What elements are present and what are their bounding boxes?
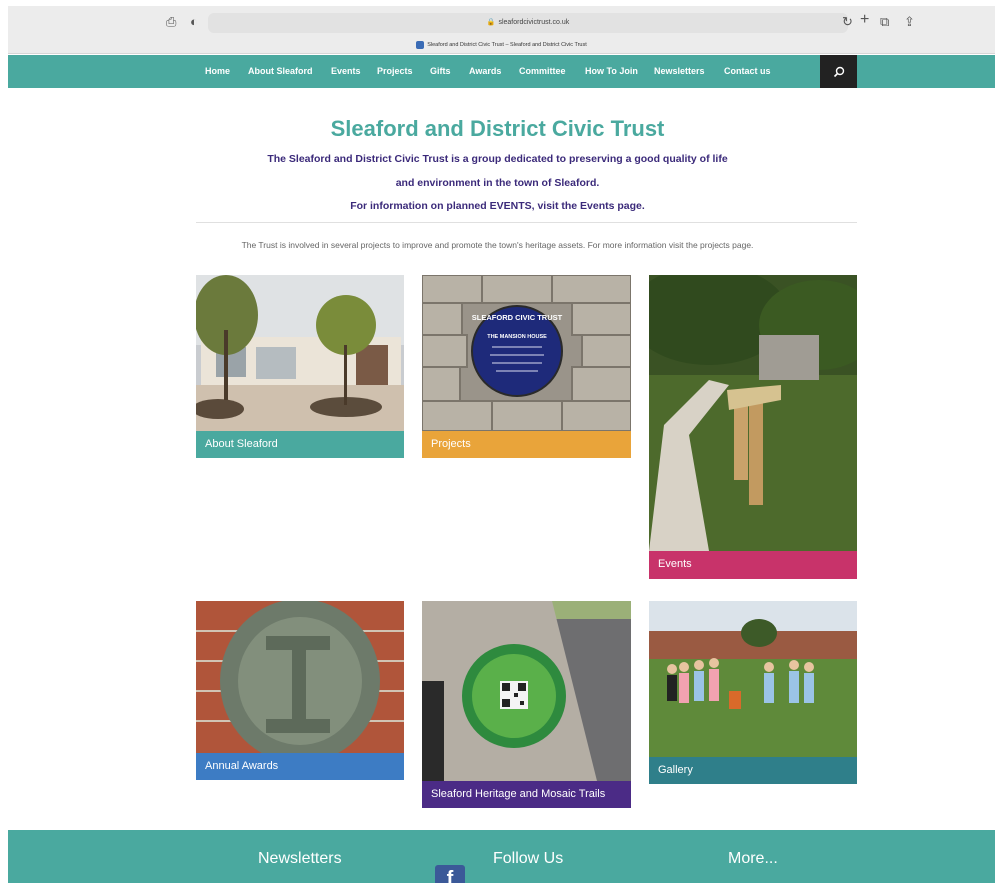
footer-newsletters-heading: Newsletters xyxy=(258,850,342,867)
about-sleaford-photo xyxy=(196,275,404,431)
tile-caption: Sleaford Heritage and Mosaic Trails xyxy=(422,781,631,808)
lock-icon: 🔒 xyxy=(486,19,496,26)
events-photo xyxy=(649,275,857,551)
nav-item-newsletters[interactable]: Newsletters xyxy=(654,55,705,88)
plaque-title: SLEAFORD CIVIC TRUST xyxy=(472,313,563,322)
site-title: Sleaford and District Civic Trust xyxy=(330,116,665,141)
gallery-photo xyxy=(649,601,857,757)
nav-item-contact-us[interactable]: Contact us xyxy=(724,55,771,88)
privacy-shield-icon[interactable]: ◐ xyxy=(190,15,198,29)
site-footer: Newsletters Follow Us More... xyxy=(8,830,995,883)
reload-icon[interactable]: ↻ xyxy=(842,15,853,29)
nav-item-about-sleaford[interactable]: About Sleaford xyxy=(248,55,313,88)
tile-caption: Annual Awards xyxy=(196,753,404,780)
new-tab-icon[interactable]: + xyxy=(860,12,869,28)
search-button[interactable] xyxy=(820,55,857,88)
search-icon xyxy=(833,66,844,77)
tile-caption: Events xyxy=(649,551,857,579)
tabs-overview-icon[interactable]: ⧉ xyxy=(880,15,889,29)
plaque-house: THE MANSION HOUSE xyxy=(487,334,547,340)
footer-more-heading: More... xyxy=(728,850,778,867)
tile-gallery[interactable]: Gallery xyxy=(649,601,857,784)
heritage-trails-photo xyxy=(422,601,631,781)
nav-item-how-to-join[interactable]: How To Join xyxy=(585,55,638,88)
share-icon[interactable]: ⇪ xyxy=(904,15,915,29)
url-text: sleafordcivictrust.co.uk xyxy=(498,19,570,26)
lead-text: The Trust is involved in several project… xyxy=(241,240,754,250)
tile-projects[interactable]: SLEAFORD CIVIC TRUST THE MANSION HOUSE P… xyxy=(422,275,631,458)
projects-photo: SLEAFORD CIVIC TRUST THE MANSION HOUSE xyxy=(422,275,631,431)
tile-caption: Gallery xyxy=(649,757,857,784)
tile-annual-awards[interactable]: Annual Awards xyxy=(196,601,404,780)
intro-line-1: The Sleaford and District Civic Trust is… xyxy=(267,153,728,165)
tile-caption: About Sleaford xyxy=(196,431,404,458)
tile-heritage-mosaic-trails[interactable]: Sleaford Heritage and Mosaic Trails xyxy=(422,601,631,808)
intro-line-2: and environment in the town of Sleaford. xyxy=(395,177,600,189)
tile-caption: Projects xyxy=(422,431,631,458)
tab-title: Sleaford and District Civic Trust – Slea… xyxy=(427,42,587,48)
nav-item-gifts[interactable]: Gifts xyxy=(430,55,451,88)
nav-item-committee[interactable]: Committee xyxy=(519,55,566,88)
footer-follow-us-heading: Follow Us xyxy=(493,850,564,867)
tile-about-sleaford[interactable]: About Sleaford xyxy=(196,275,404,458)
site-favicon-icon xyxy=(416,40,425,49)
nav-item-awards[interactable]: Awards xyxy=(469,55,501,88)
nav-item-events[interactable]: Events xyxy=(331,55,361,88)
active-tab[interactable]: Sleaford and District Civic Trust – Slea… xyxy=(8,39,995,51)
nav-item-home[interactable]: Home xyxy=(205,55,230,88)
intro-line-3: For information on planned EVENTS, visit… xyxy=(350,200,645,212)
tile-events[interactable]: Events xyxy=(649,275,857,579)
nav-item-projects[interactable]: Projects xyxy=(377,55,413,88)
divider xyxy=(196,222,857,223)
printer-icon[interactable]: ⎙ xyxy=(166,15,176,29)
browser-toolbar: ⎙ ◐ 🔒 sleafordcivictrust.co.uk ↻ + ⧉ ⇪ Sl… xyxy=(8,6,995,54)
address-bar[interactable]: 🔒 sleafordcivictrust.co.uk xyxy=(208,13,848,33)
main-nav: Home About Sleaford Events Projects Gift… xyxy=(8,55,995,88)
annual-awards-photo xyxy=(196,601,404,753)
facebook-icon[interactable]: f xyxy=(435,865,465,883)
